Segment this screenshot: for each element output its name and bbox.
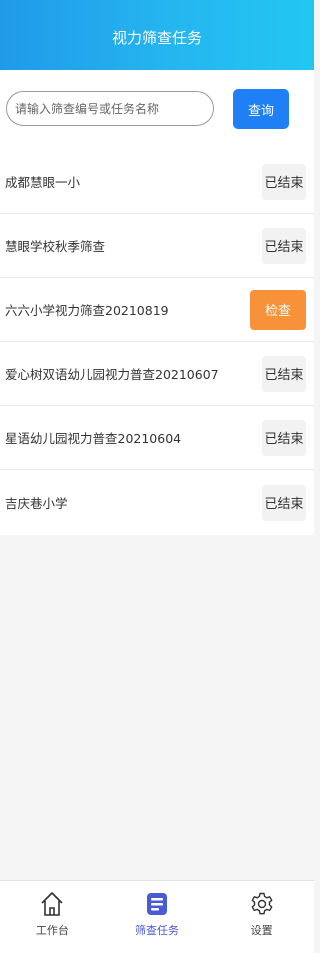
home-icon [39,890,65,918]
search-bar: 查询 [0,70,314,150]
task-name: 慧眼学校秋季筛查 [5,239,106,254]
task-row[interactable]: 六六小学视力筛查20210819 检查 [0,278,314,342]
task-name: 六六小学视力筛查20210819 [5,303,169,318]
gear-icon [249,890,275,918]
task-list: 成都慧眼一小 已结束 慧眼学校秋季筛查 已结束 六六小学视力筛查20210819… [0,150,314,535]
check-button[interactable]: 检查 [250,289,306,330]
tab-label: 工作台 [35,924,69,937]
task-name: 成都慧眼一小 [5,175,81,190]
status-ended-button[interactable]: 已结束 [262,355,306,392]
status-ended-button[interactable]: 已结束 [262,227,306,264]
app-header: 视力筛查任务 [0,0,314,70]
task-row[interactable]: 爱心树双语幼儿园视力普查20210607 已结束 [0,342,314,406]
bottom-tab-bar: 工作台 筛查任务 设置 [0,880,314,953]
task-row[interactable]: 慧眼学校秋季筛查 已结束 [0,214,314,278]
task-list-icon [144,890,170,918]
tab-workbench[interactable]: 工作台 [0,881,105,953]
search-input[interactable] [6,91,214,126]
tab-label: 设置 [250,924,273,937]
page-title: 视力筛查任务 [111,28,202,47]
search-button[interactable]: 查询 [233,89,289,129]
task-row[interactable]: 吉庆巷小学 已结束 [0,470,314,535]
task-name: 星语幼儿园视力普查20210604 [5,431,182,446]
task-name: 爱心树双语幼儿园视力普查20210607 [5,367,219,382]
status-ended-button[interactable]: 已结束 [262,484,306,521]
status-ended-button[interactable]: 已结束 [262,419,306,456]
task-row[interactable]: 星语幼儿园视力普查20210604 已结束 [0,406,314,470]
status-ended-button[interactable]: 已结束 [262,163,306,200]
tab-label: 筛查任务 [135,924,179,937]
tab-settings[interactable]: 设置 [209,881,314,953]
task-row[interactable]: 成都慧眼一小 已结束 [0,150,314,214]
task-name: 吉庆巷小学 [5,496,68,511]
tab-screening-tasks[interactable]: 筛查任务 [105,881,210,953]
